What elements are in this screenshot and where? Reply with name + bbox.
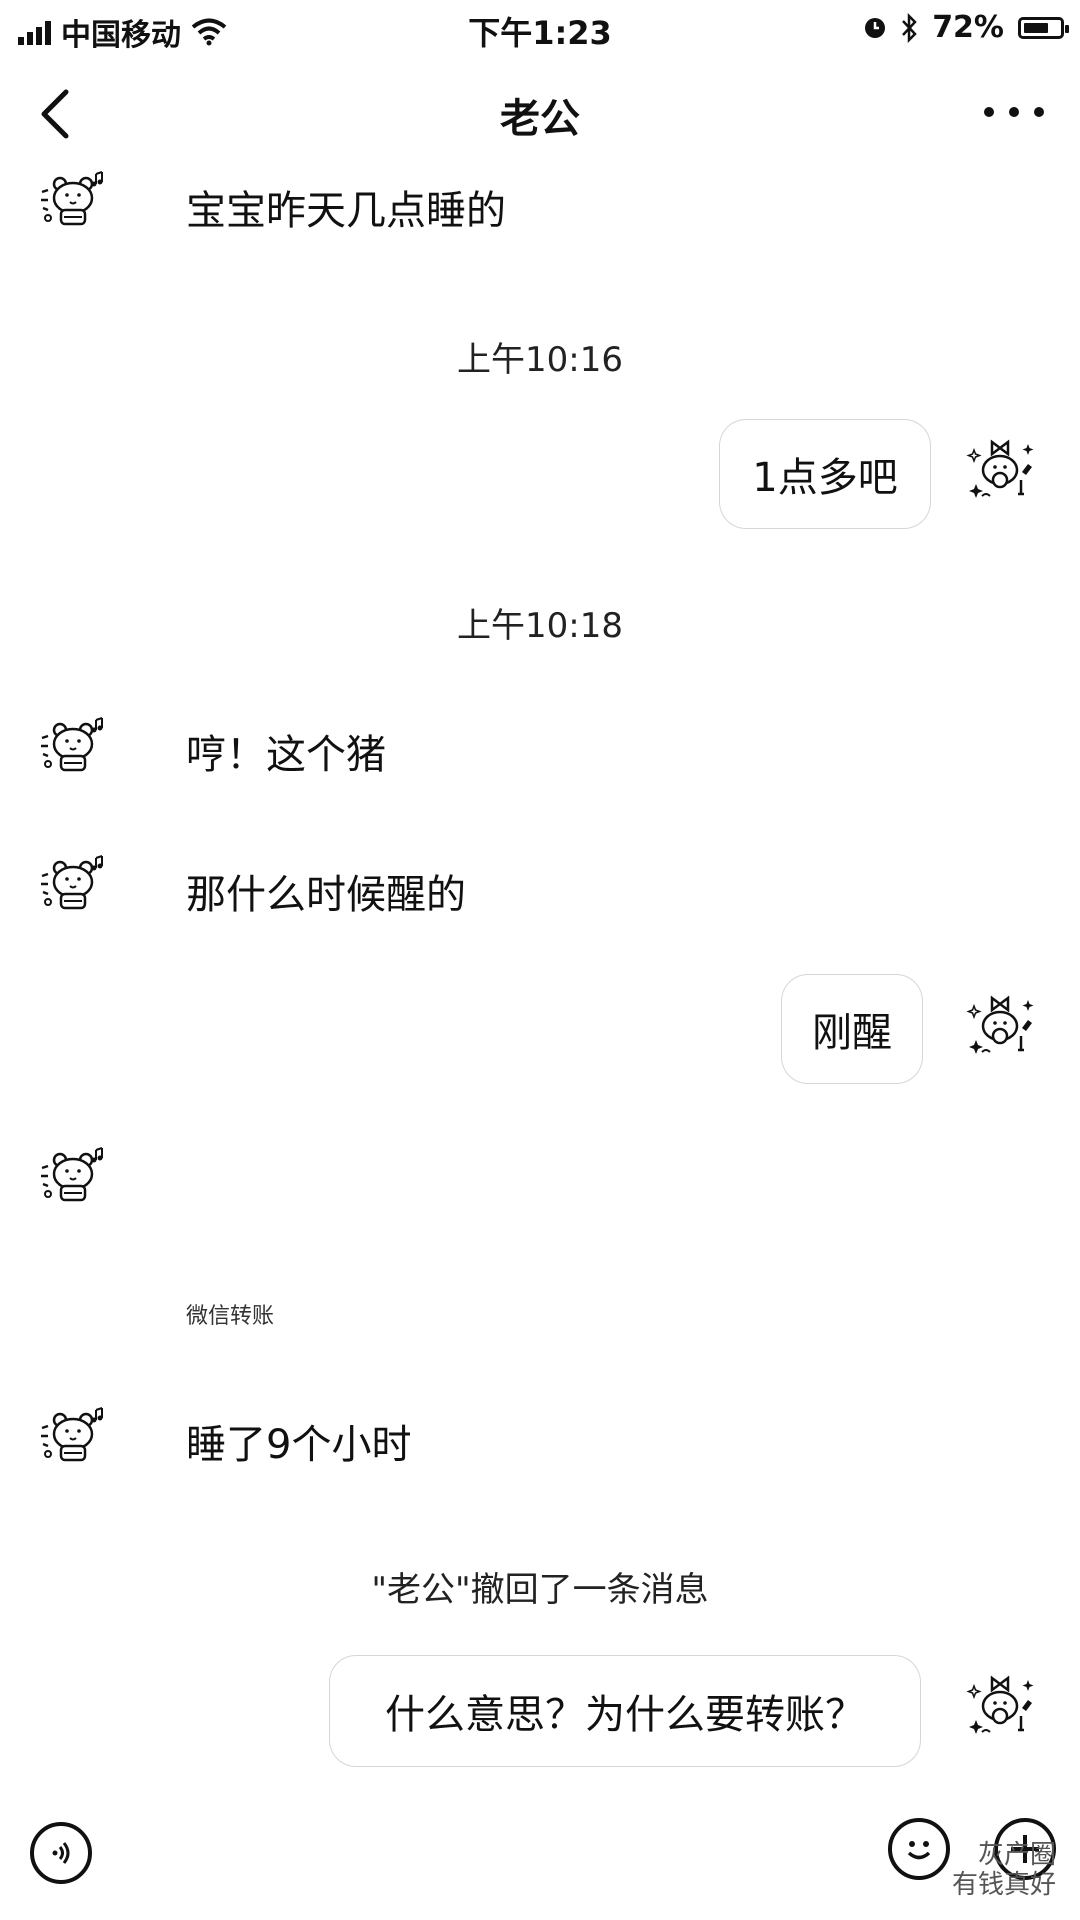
message-text: 那什么时候醒的	[186, 872, 466, 918]
timestamp: 上午10:18	[457, 606, 623, 646]
contact-avatar[interactable]	[34, 162, 112, 240]
transfer-caption: 微信转账	[186, 1304, 275, 1329]
recall-notice: "老公"撤回了一条消息	[371, 1570, 709, 1610]
chat-header: 老公	[0, 58, 1080, 168]
battery-icon	[1018, 16, 1069, 39]
contact-avatar[interactable]	[34, 1138, 112, 1216]
watermark: 灰产圈 有钱真好	[952, 1840, 1056, 1900]
status-right: 72%	[864, 10, 1069, 45]
message-text: 睡了9个小时	[186, 1422, 412, 1468]
watermark-line2: 有钱真好	[951, 1870, 1056, 1900]
sent-message-bubble[interactable]: 1点多吧	[720, 420, 930, 528]
sent-message-bubble[interactable]: 刚醒	[782, 975, 922, 1083]
voice-icon	[52, 1842, 70, 1864]
chevron-left-icon	[41, 89, 69, 139]
bear-with-bow-avatar	[967, 996, 1035, 1056]
message-text: 哼！这个猪	[186, 732, 386, 778]
more-button[interactable]	[984, 92, 1044, 132]
self-avatar[interactable]	[962, 1668, 1040, 1746]
transfer-card[interactable]	[150, 1120, 580, 1270]
self-avatar[interactable]	[962, 432, 1040, 510]
message-text: 刚醒	[812, 1010, 892, 1056]
bear-avatar	[39, 170, 104, 226]
emoji-button[interactable]	[888, 1818, 950, 1880]
bluetooth-icon	[902, 12, 917, 43]
message-text: 什么意思？为什么要转账？	[385, 1692, 865, 1738]
emoji-icon	[907, 1841, 931, 1860]
contact-avatar[interactable]	[34, 708, 112, 786]
bear-avatar	[39, 716, 104, 772]
chat-title: 老公	[500, 96, 580, 142]
battery-percent: 72%	[932, 10, 1004, 45]
bear-avatar	[39, 1146, 104, 1202]
bear-avatar	[39, 854, 104, 910]
back-button[interactable]	[36, 86, 76, 142]
message-text: 宝宝昨天几点睡的	[186, 188, 506, 234]
alarm-icon	[865, 17, 886, 38]
bear-with-bow-avatar	[967, 1676, 1035, 1736]
more-dots-icon	[984, 107, 994, 117]
sent-message-bubble[interactable]: 什么意思？为什么要转账？	[330, 1656, 920, 1766]
status-bar: 中国移动 下午1:23 72%	[0, 0, 1080, 58]
watermark-line1: 灰产圈	[977, 1840, 1056, 1870]
battery-level	[1024, 22, 1048, 33]
message-text: 1点多吧	[752, 455, 898, 501]
contact-avatar[interactable]	[34, 1398, 112, 1476]
bear-avatar	[39, 1406, 104, 1462]
bear-with-bow-avatar	[967, 440, 1035, 500]
voice-button[interactable]	[30, 1822, 92, 1884]
contact-avatar[interactable]	[34, 846, 112, 924]
self-avatar[interactable]	[962, 988, 1040, 1066]
timestamp: 上午10:16	[457, 340, 623, 380]
